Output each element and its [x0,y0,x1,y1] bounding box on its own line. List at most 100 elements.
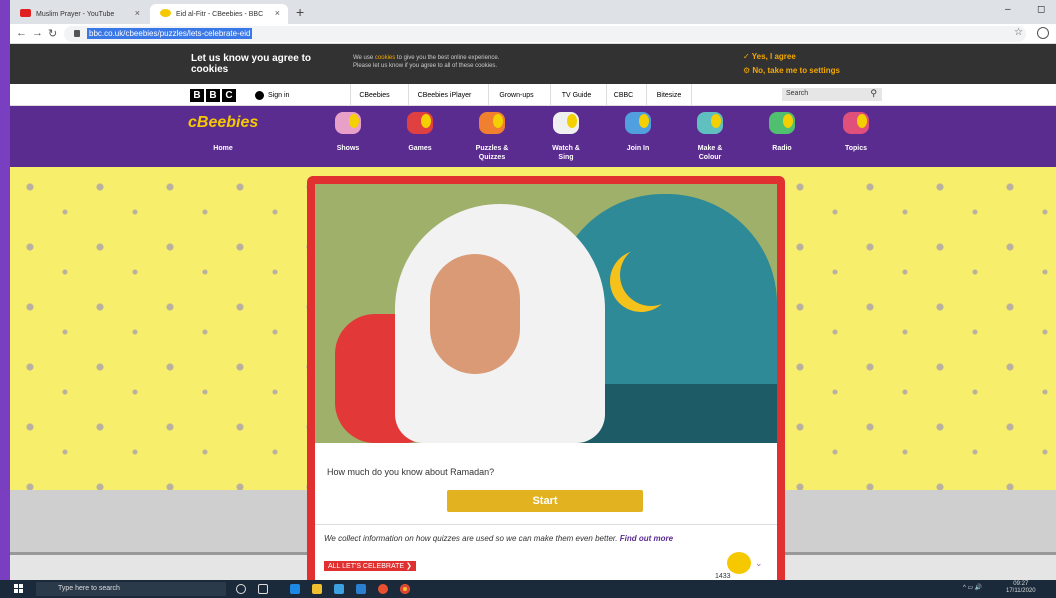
games-icon [407,112,433,134]
cookie-text: We use cookies to give you the best onli… [353,54,653,70]
cbeebies-home[interactable]: cBeebies Home [188,114,258,153]
shows-icon [335,112,361,134]
tab-title: Eid al-Fitr - CBeebies - BBC [176,10,264,18]
cookie-settings-button[interactable]: ⚙ No, take me to settings [743,66,840,75]
home-label: Home [213,145,233,152]
find-out-more-link[interactable]: Find out more [620,534,673,543]
bbc-bar: B B C Sign in CBeebies CBeebies iPlayer … [10,84,1056,106]
mascot-icon [727,552,751,574]
sign-in-link[interactable]: Sign in [255,91,289,100]
maximize-button[interactable]: ◻ [1037,4,1045,15]
search-icon[interactable]: ⚲ [870,88,877,99]
taskbar: Type here to search ^ ▭ 🔊 09:27 17/11/20… [0,580,1056,598]
file-explorer-icon[interactable] [312,584,322,594]
new-tab-button[interactable]: + [296,4,304,20]
cookie-text-line2: Please let us know if you agree to all o… [353,63,498,69]
eid-hero-image [315,184,777,443]
bbc-nav-tv-guide[interactable]: TV Guide [550,84,602,106]
nav-label: Radio [772,145,792,152]
edge-icon[interactable] [290,584,300,594]
topics-icon [843,112,869,134]
nav-join-in[interactable]: Join In [608,112,668,153]
data-collection-notice: We collect information on how quizzes ar… [324,534,673,543]
girl-face [430,254,520,374]
bbc-logo-letter: B [190,89,204,102]
taskbar-search-placeholder: Type here to search [58,585,120,592]
minimize-button[interactable]: – [1005,4,1011,15]
cbeebies-nav: cBeebies Home Shows Games Puzzles & Quiz… [10,106,1056,167]
tab-title: Muslim Prayer - YouTube [36,10,115,18]
store-icon[interactable] [334,584,344,594]
count-label: 1433 [715,573,731,580]
nav-puzzles-quizzes[interactable]: Puzzles & Quizzes [462,112,522,162]
nav-label: Make & Colour [697,145,723,161]
cookie-text-prefix: We use [353,55,375,61]
address-bar: ← → ↻ bbc.co.uk/cbeebies/puzzles/lets-ce… [10,24,1056,44]
nav-label: Join In [626,145,650,152]
bbc-nav-bitesize[interactable]: Bitesize [646,84,692,106]
puzzles-icon [479,112,505,134]
agree-cookies-button[interactable]: ✓ Yes, I agree [743,52,796,61]
bbc-nav-grown-ups[interactable]: Grown-ups [488,84,544,106]
nav-radio[interactable]: Radio [752,112,812,153]
nav-watch-sing[interactable]: Watch & Sing [536,112,596,162]
make-colour-icon [697,112,723,134]
bbc-logo[interactable]: B B C [190,89,236,102]
nav-games[interactable]: Games [390,112,450,153]
bbc-nav-iplayer[interactable]: CBeebies iPlayer [408,84,480,106]
divider [315,524,777,525]
bbc-nav-cbbc[interactable]: CBBC [606,84,640,106]
tab-bar: Muslim Prayer - YouTube × Eid al-Fitr - … [10,0,1056,24]
youtube-icon [20,9,31,17]
task-view-icon[interactable] [258,584,268,594]
mail-icon[interactable] [356,584,366,594]
start-button[interactable]: Start [447,490,643,512]
nav-label: Shows [336,145,360,152]
cookie-text-suffix: to give you the best online experience. [395,55,500,61]
bbc-nav-cbeebies[interactable]: CBeebies [350,84,398,106]
bookmark-star-icon[interactable]: ☆ [1014,27,1023,38]
lock-icon [74,30,80,37]
bbc-logo-letter: B [206,89,220,102]
radio-icon [769,112,795,134]
search-input[interactable]: Search ⚲ [782,88,882,101]
clock-time: 09:27 [1013,581,1029,587]
browser-window: Muslim Prayer - YouTube × Eid al-Fitr - … [10,0,1056,580]
taskbar-search-input[interactable]: Type here to search [36,582,226,596]
clock-date: 17/11/2020 [1006,588,1036,594]
nav-label: Watch & Sing [552,145,580,161]
url-text[interactable]: bbc.co.uk/cbeebies/puzzles/lets-celebrat… [87,28,253,39]
clock[interactable]: 09:27 17/11/2020 [1006,581,1036,595]
nav-label: Games [408,145,432,152]
account-icon[interactable] [1037,27,1049,39]
nav-label: Topics [844,145,868,152]
cortana-icon[interactable] [236,584,246,594]
watch-sing-icon [553,112,579,134]
tab-youtube[interactable]: Muslim Prayer - YouTube × [10,4,148,24]
back-icon[interactable]: ← [16,27,27,39]
tray-icons[interactable]: ^ ▭ 🔊 [963,584,982,591]
cookie-title: Let us know you agree to cookies [191,53,312,75]
lets-celebrate-link[interactable]: ALL LET'S CELEBRATE ❯ [324,561,416,571]
quiz-question: How much do you know about Ramadan? [327,467,495,477]
quiz-card-inner: How much do you know about Ramadan? Star… [315,184,777,580]
forward-icon[interactable]: → [32,27,43,39]
reload-icon[interactable]: ↻ [48,27,57,40]
close-icon[interactable]: × [275,8,280,18]
chrome-icon[interactable] [400,584,410,594]
join-in-icon [625,112,651,134]
nav-make-colour[interactable]: Make & Colour [680,112,740,162]
cookie-banner: Let us know you agree to cookies We use … [10,44,1056,84]
sign-in-label: Sign in [268,92,290,99]
nav-shows[interactable]: Shows [318,112,378,153]
chevron-down-icon[interactable]: ⌄ [755,558,763,569]
close-icon[interactable]: × [135,8,140,18]
nav-topics[interactable]: Topics [826,112,886,153]
cookies-link[interactable]: cookies [375,55,395,61]
collect-text: We collect information on how quizzes ar… [324,534,618,543]
url-input[interactable]: bbc.co.uk/cbeebies/puzzles/lets-celebrat… [64,26,1026,42]
user-icon [255,91,264,100]
tab-cbeebies[interactable]: Eid al-Fitr - CBeebies - BBC × [150,4,288,24]
office-icon[interactable] [378,584,388,594]
windows-start-icon[interactable] [14,584,24,594]
